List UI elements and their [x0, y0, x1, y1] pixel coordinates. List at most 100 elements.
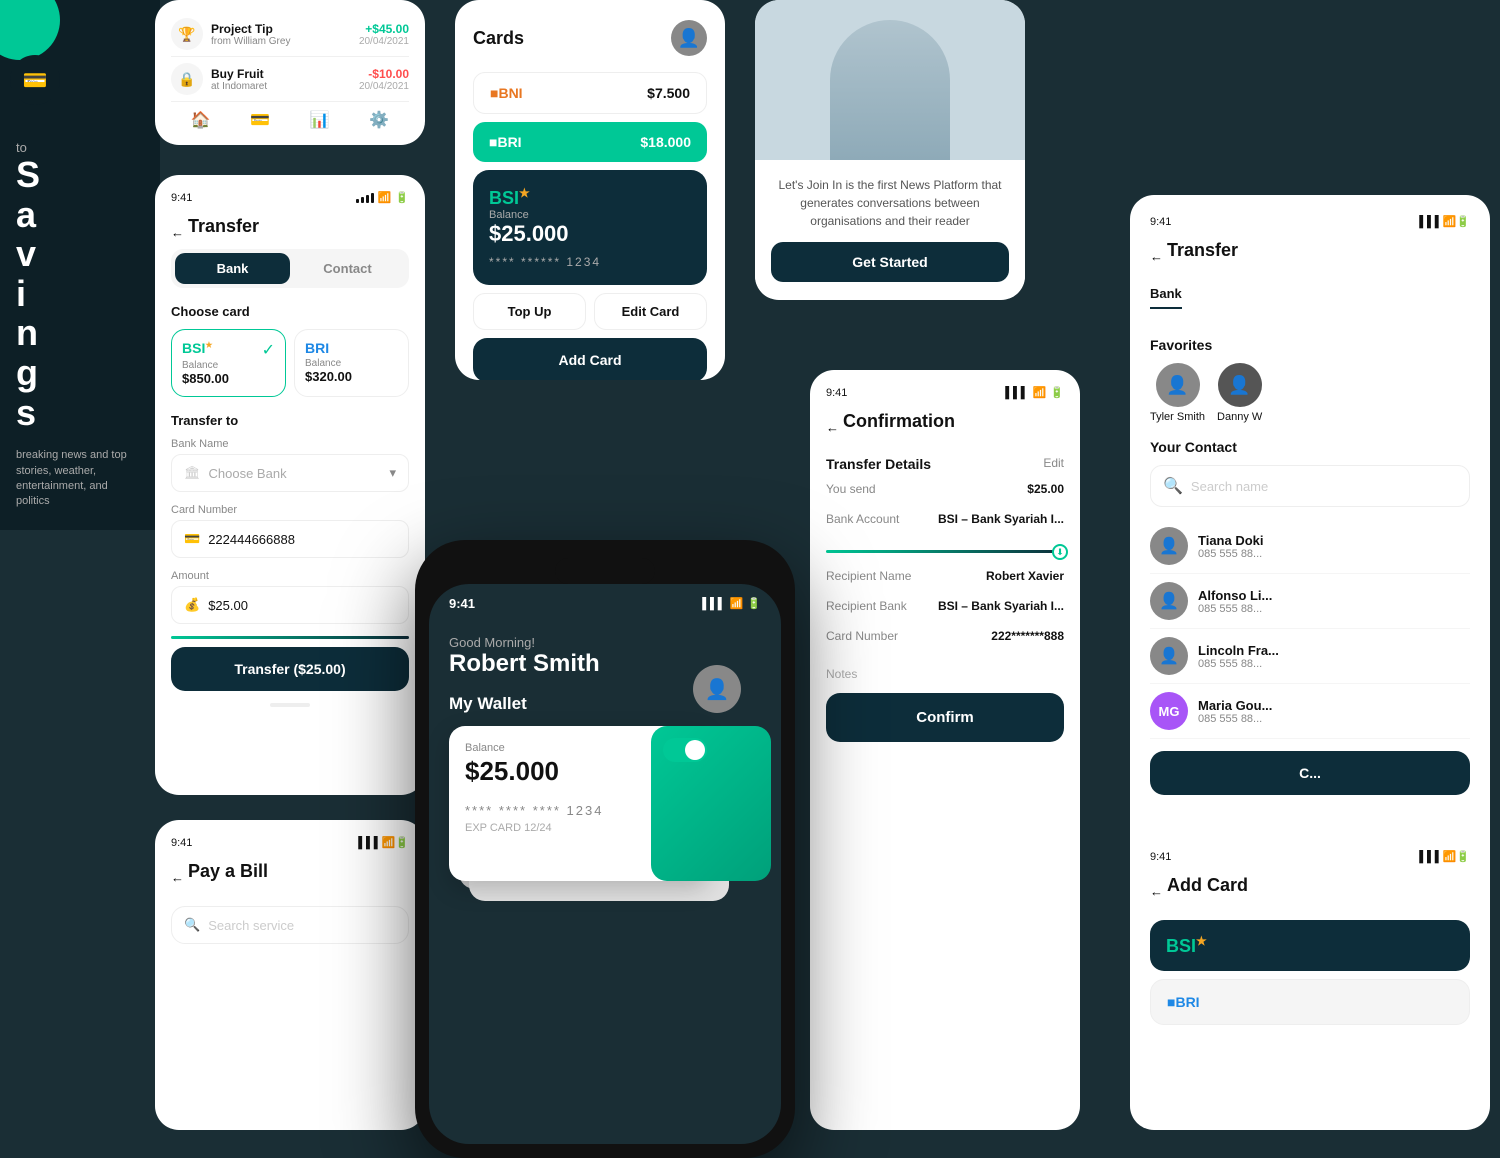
conf-title: Confirmation: [843, 411, 955, 432]
addcard-bsi-item[interactable]: BSI★: [1150, 920, 1470, 971]
amount-group: Amount 💰 $25.00: [171, 570, 409, 624]
transaction-item[interactable]: 🏆 Project Tip from William Grey +$45.00 …: [171, 12, 409, 57]
card-number-input[interactable]: 💳 222444666888: [171, 520, 409, 558]
transfer-button[interactable]: Transfer ($25.00): [171, 647, 409, 691]
amount-input-icon: 💰: [184, 597, 200, 613]
transfer-divider: ⬇: [826, 550, 1064, 553]
tab-bank[interactable]: Bank: [175, 253, 290, 284]
tab-contact[interactable]: Contact: [290, 253, 405, 284]
recipient-section: Recipient Name Robert Xavier Recipient B…: [826, 561, 1064, 651]
bri-card-item[interactable]: ■BRI $18.000: [473, 122, 707, 162]
addcard-status-time: 9:41: [1150, 851, 1171, 863]
transaction-list: 🏆 Project Tip from William Grey +$45.00 …: [171, 12, 409, 101]
amount-label: Amount: [171, 570, 409, 582]
cards-user-avatar: 👤: [671, 20, 707, 56]
contact-name: Alfonso Li...: [1198, 588, 1272, 603]
phone-status-right: ▌▌▌ 📶 🔋: [702, 597, 761, 610]
paybill-back-button[interactable]: ← Pay a Bill: [171, 861, 409, 894]
amount-input[interactable]: 💰 $25.00: [171, 586, 409, 624]
tr-confirm-button[interactable]: C...: [1150, 751, 1470, 795]
bsi-card-number: **** ****** 1234: [489, 255, 691, 269]
contact-info: Lincoln Fra... 085 555 88...: [1198, 643, 1279, 670]
phone-battery-icon: 🔋: [747, 597, 761, 610]
transfer-details-title: Transfer Details: [826, 456, 931, 472]
contact-item[interactable]: 👤 Tiana Doki 085 555 88...: [1150, 519, 1470, 574]
favorite-tyler[interactable]: 👤 Tyler Smith: [1150, 363, 1205, 423]
bank-account-row: Bank Account BSI – Bank Syariah I...: [826, 504, 1064, 534]
edit-card-button[interactable]: Edit Card: [594, 293, 707, 330]
bottom-indicator: [270, 703, 310, 707]
addcard-bsi-logo: BSI★: [1166, 934, 1207, 957]
bni-card-item[interactable]: ■BNI $7.500: [473, 72, 707, 114]
bri-card-choice[interactable]: BRI Balance $320.00: [294, 329, 409, 397]
favorite-danny[interactable]: 👤 Danny W: [1217, 363, 1262, 423]
danny-avatar: 👤: [1218, 363, 1262, 407]
tx-info: Buy Fruit at Indomaret: [211, 67, 267, 92]
conf-status-time: 9:41: [826, 387, 847, 399]
tr-back-button[interactable]: ← Transfer: [1150, 240, 1470, 273]
phone-notch: [555, 558, 655, 584]
transfer-status-bar: 9:41 📶 🔋: [171, 191, 409, 204]
conf-wifi-icon: 📶: [1033, 386, 1047, 399]
transaction-item[interactable]: 🔒 Buy Fruit at Indomaret -$10.00 20/04/2…: [171, 57, 409, 101]
bank-account-value: BSI – Bank Syariah I...: [938, 512, 1064, 526]
paybill-title: Pay a Bill: [188, 861, 268, 882]
cards-header: Cards 👤: [473, 20, 707, 56]
promo-description: Let's Join In is the first News Platform…: [771, 176, 1009, 230]
contact-search-box[interactable]: 🔍 Search name: [1150, 465, 1470, 507]
paybill-status-bar: 9:41 ▌▌▌📶🔋: [171, 836, 409, 849]
home-nav-icon[interactable]: 🏠: [191, 110, 211, 130]
tx-sub: at Indomaret: [211, 81, 267, 92]
card-toggle-switch[interactable]: [663, 738, 707, 762]
contact-phone: 085 555 88...: [1198, 713, 1272, 725]
you-send-label: You send: [826, 482, 876, 496]
choose-card-label: Choose card: [171, 304, 409, 319]
chart-nav-icon[interactable]: 📊: [310, 110, 330, 130]
bottom-navigation[interactable]: 🏠 💳 📊 ⚙️: [171, 101, 409, 134]
card-nav-icon[interactable]: 💳: [250, 110, 270, 130]
conf-back-button[interactable]: ← Confirmation: [826, 411, 1064, 444]
phone-signal-icon: ▌▌▌: [702, 598, 725, 610]
tx-date: 20/04/2021: [359, 36, 409, 47]
recipient-bank-row: Recipient Bank BSI – Bank Syariah I...: [826, 591, 1064, 621]
paybill-search-input[interactable]: 🔍 Search service: [171, 906, 409, 944]
contact-item[interactable]: 👤 Alfonso Li... 085 555 88...: [1150, 574, 1470, 629]
paybill-back-arrow: ←: [171, 870, 184, 885]
phone-content: Good Morning! Robert Smith 👤 My Wallet B…: [429, 619, 781, 942]
divider-arrow-icon: ⬇: [1052, 544, 1068, 560]
bank-name-input[interactable]: 🏛 Choose Bank ▾: [171, 454, 409, 492]
paybill-status-time: 9:41: [171, 837, 192, 849]
cards-title: Cards: [473, 28, 524, 49]
get-started-button[interactable]: Get Started: [771, 242, 1009, 282]
addcard-bri-item[interactable]: ■BRI: [1150, 979, 1470, 1025]
confirm-button[interactable]: Confirm: [826, 693, 1064, 742]
phone-header-row: Good Morning! Robert Smith 👤: [449, 635, 761, 678]
contact-item[interactable]: 👤 Lincoln Fra... 085 555 88...: [1150, 629, 1470, 684]
settings-nav-icon[interactable]: ⚙️: [369, 110, 389, 130]
tr-bank-tab[interactable]: Bank: [1150, 286, 1182, 309]
battery-icon: 🔋: [395, 191, 409, 204]
edit-link[interactable]: Edit: [1043, 456, 1064, 470]
card-input-icon: 💳: [184, 531, 200, 547]
contact-item[interactable]: MG Maria Gou... 085 555 88...: [1150, 684, 1470, 739]
addcard-back-button[interactable]: ← Add Card: [1150, 875, 1470, 908]
danny-name: Danny W: [1217, 411, 1262, 423]
phone-user-avatar: 👤: [693, 665, 741, 713]
conf-card-number-value: 222*******888: [991, 629, 1064, 643]
conf-status-icons: ▌▌▌ 📶 🔋: [1005, 386, 1064, 399]
bank-account-label: Bank Account: [826, 512, 899, 526]
transfer-tab-group[interactable]: Bank Contact: [171, 249, 409, 288]
favorites-section: Favorites 👤 Tyler Smith 👤 Danny W: [1150, 337, 1470, 423]
conf-card-number-label: Card Number: [826, 629, 898, 643]
addcard-status-icons: ▌▌▌📶🔋: [1419, 850, 1470, 863]
bsi-full-card[interactable]: BSI★ Balance $25.000 **** ****** 1234: [473, 170, 707, 285]
topup-button[interactable]: Top Up: [473, 293, 586, 330]
bsi-card-choice[interactable]: BSI★ ✓ Balance $850.00: [171, 329, 286, 397]
decorative-circle: [0, 0, 60, 60]
tx-name: Buy Fruit: [211, 67, 267, 81]
add-card-button[interactable]: Add Card: [473, 338, 707, 380]
wifi-icon: 📶: [378, 191, 392, 204]
transfer-to-label: Transfer to: [171, 413, 409, 428]
contact-search-icon: 🔍: [1163, 476, 1183, 496]
transfer-back-button[interactable]: ← Transfer: [171, 216, 409, 249]
